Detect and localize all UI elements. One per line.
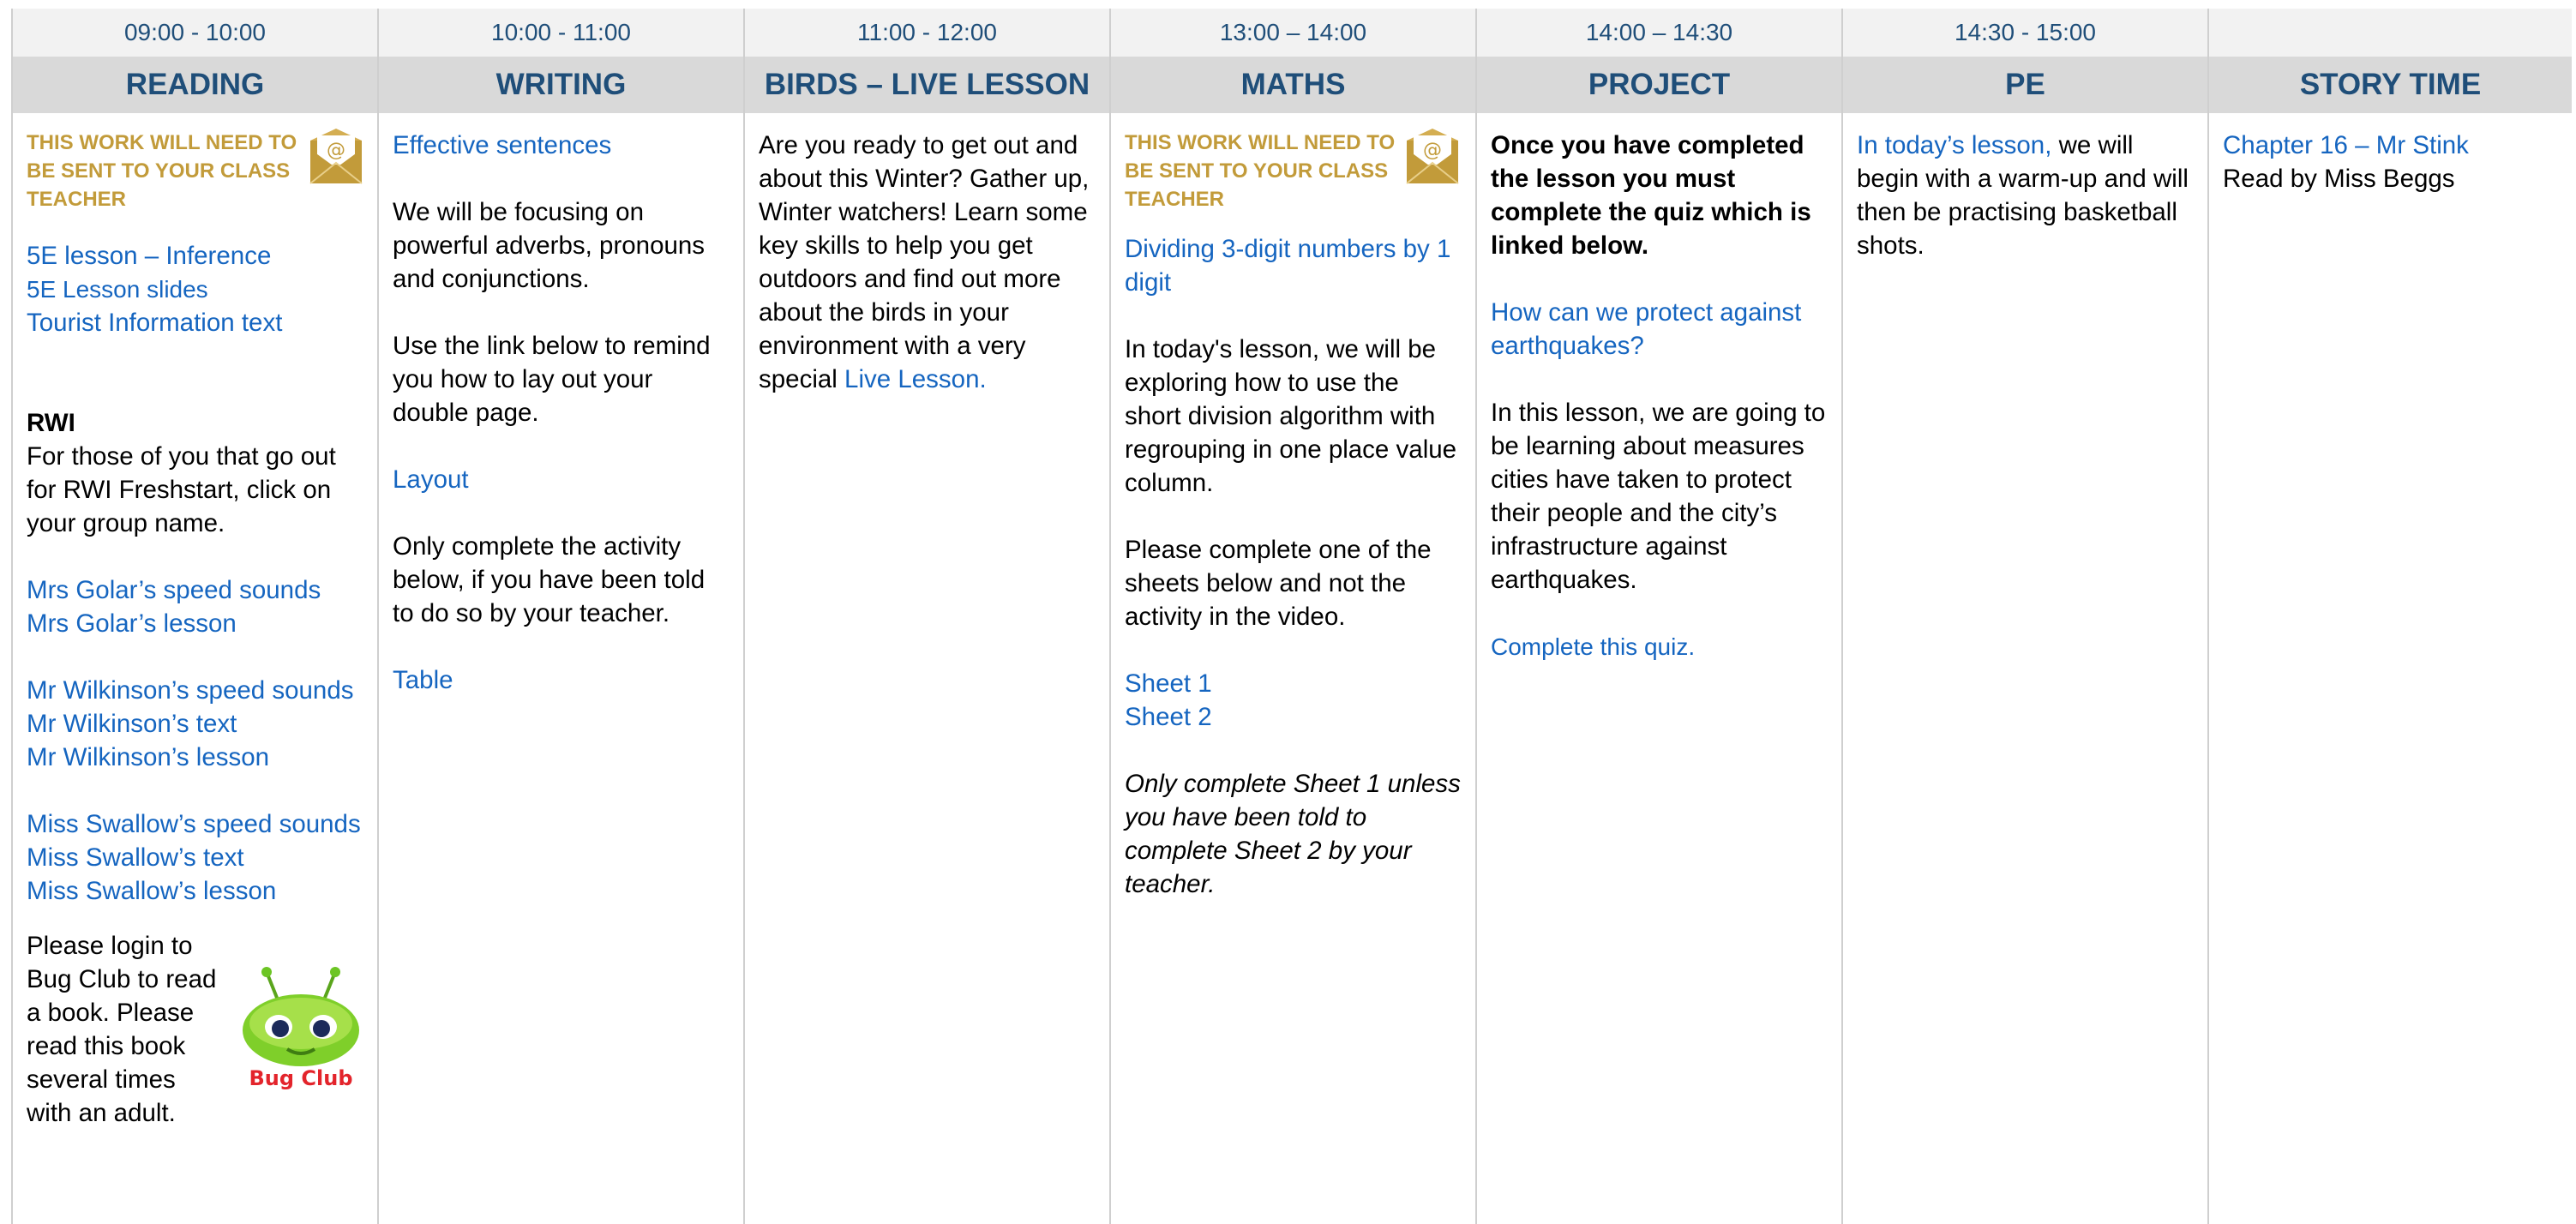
subject-heading: READING: [13, 57, 377, 113]
link-live-lesson[interactable]: Live Lesson.: [844, 365, 987, 393]
svg-text:@: @: [1423, 140, 1442, 161]
subject-heading: BIRDS – LIVE LESSON: [745, 57, 1109, 113]
link-lesson-slides[interactable]: 5E Lesson slides: [27, 273, 365, 306]
column-maths: 13:00 – 14:00 MATHS THIS WORK WILL NEED …: [1109, 9, 1475, 1224]
link-mr-stink-chapter[interactable]: Chapter 16 – Mr Stink: [2223, 129, 2560, 162]
link-wilkinson-lesson[interactable]: Mr Wilkinson’s lesson: [27, 741, 365, 774]
link-sheet-1[interactable]: Sheet 1: [1125, 667, 1463, 700]
column-project: 14:00 – 14:30 PROJECT Once you have comp…: [1475, 9, 1841, 1224]
column-pe: 14:30 - 15:00 PE In today’s lesson, we w…: [1841, 9, 2207, 1224]
link-sheet-2[interactable]: Sheet 2: [1125, 700, 1463, 734]
bug-club-logo: Bug Club: [243, 967, 359, 1090]
time-slot: 14:00 – 14:30: [1477, 9, 1841, 57]
link-swallow-lesson[interactable]: Miss Swallow’s lesson: [27, 874, 365, 908]
link-swallow-speed-sounds[interactable]: Miss Swallow’s speed sounds: [27, 807, 365, 841]
link-effective-sentences[interactable]: Effective sentences: [393, 129, 731, 162]
link-golar-lesson[interactable]: Mrs Golar’s lesson: [27, 607, 365, 640]
send-to-teacher-notice: THIS WORK WILL NEED TO BE SENT TO YOUR C…: [27, 131, 297, 211]
subject-heading: PE: [1843, 57, 2207, 113]
time-slot: 13:00 – 14:00: [1111, 9, 1475, 57]
link-dividing-numbers[interactable]: Dividing 3-digit numbers by 1 digit: [1125, 232, 1463, 299]
subject-heading: WRITING: [379, 57, 743, 113]
link-swallow-text[interactable]: Miss Swallow’s text: [27, 841, 365, 874]
subject-heading: MATHS: [1111, 57, 1475, 113]
time-slot: 10:00 - 11:00: [379, 9, 743, 57]
rwi-heading: RWI: [27, 409, 75, 437]
birds-content: Are you ready to get out and about this …: [759, 131, 1090, 393]
link-quiz[interactable]: Complete this quiz.: [1491, 630, 1829, 663]
pe-content: In today’s lesson, we will begin with a …: [1857, 131, 2189, 260]
time-slot: [2209, 9, 2572, 57]
column-story-time: STORY TIME Chapter 16 – Mr Stink Read by…: [2207, 9, 2572, 1224]
send-to-teacher-notice: THIS WORK WILL NEED TO BE SENT TO YOUR C…: [1125, 131, 1396, 211]
link-wilkinson-text[interactable]: Mr Wilkinson’s text: [27, 707, 365, 741]
link-earthquakes-lesson[interactable]: How can we protect against earthquakes?: [1491, 296, 1829, 363]
link-golar-speed-sounds[interactable]: Mrs Golar’s speed sounds: [27, 573, 365, 607]
time-slot: 09:00 - 10:00: [13, 9, 377, 57]
subject-heading: PROJECT: [1477, 57, 1841, 113]
subject-heading: STORY TIME: [2209, 57, 2572, 113]
link-wilkinson-speed-sounds[interactable]: Mr Wilkinson’s speed sounds: [27, 674, 365, 707]
project-content: Once you have completed the lesson you m…: [1477, 113, 1841, 663]
column-birds: 11:00 - 12:00 BIRDS – LIVE LESSON Are yo…: [743, 9, 1109, 1224]
story-content: Chapter 16 – Mr Stink Read by Miss Beggs: [2209, 113, 2572, 195]
link-layout[interactable]: Layout: [393, 463, 731, 496]
maths-content: THIS WORK WILL NEED TO BE SENT TO YOUR C…: [1111, 113, 1475, 901]
link-table[interactable]: Table: [393, 663, 731, 697]
email-envelope-icon: @: [1406, 129, 1459, 184]
svg-text:@: @: [327, 140, 345, 161]
time-slot: 14:30 - 15:00: [1843, 9, 2207, 57]
column-writing: 10:00 - 11:00 WRITING Effective sentence…: [377, 9, 743, 1224]
link-tourist-information[interactable]: Tourist Information text: [27, 306, 365, 339]
writing-content: Effective sentences We will be focusing …: [379, 113, 743, 697]
column-reading: 09:00 - 10:00 READING THIS WORK WILL NEE…: [11, 9, 377, 1224]
bug-club-logo-text: Bug Club: [249, 1066, 352, 1090]
time-slot: 11:00 - 12:00: [745, 9, 1109, 57]
timetable: 09:00 - 10:00 READING THIS WORK WILL NEE…: [11, 9, 2572, 1224]
link-inference-lesson[interactable]: 5E lesson – Inference: [27, 239, 365, 273]
email-envelope-icon: @: [309, 129, 363, 184]
link-pe-lesson[interactable]: In today’s lesson,: [1857, 131, 2051, 159]
